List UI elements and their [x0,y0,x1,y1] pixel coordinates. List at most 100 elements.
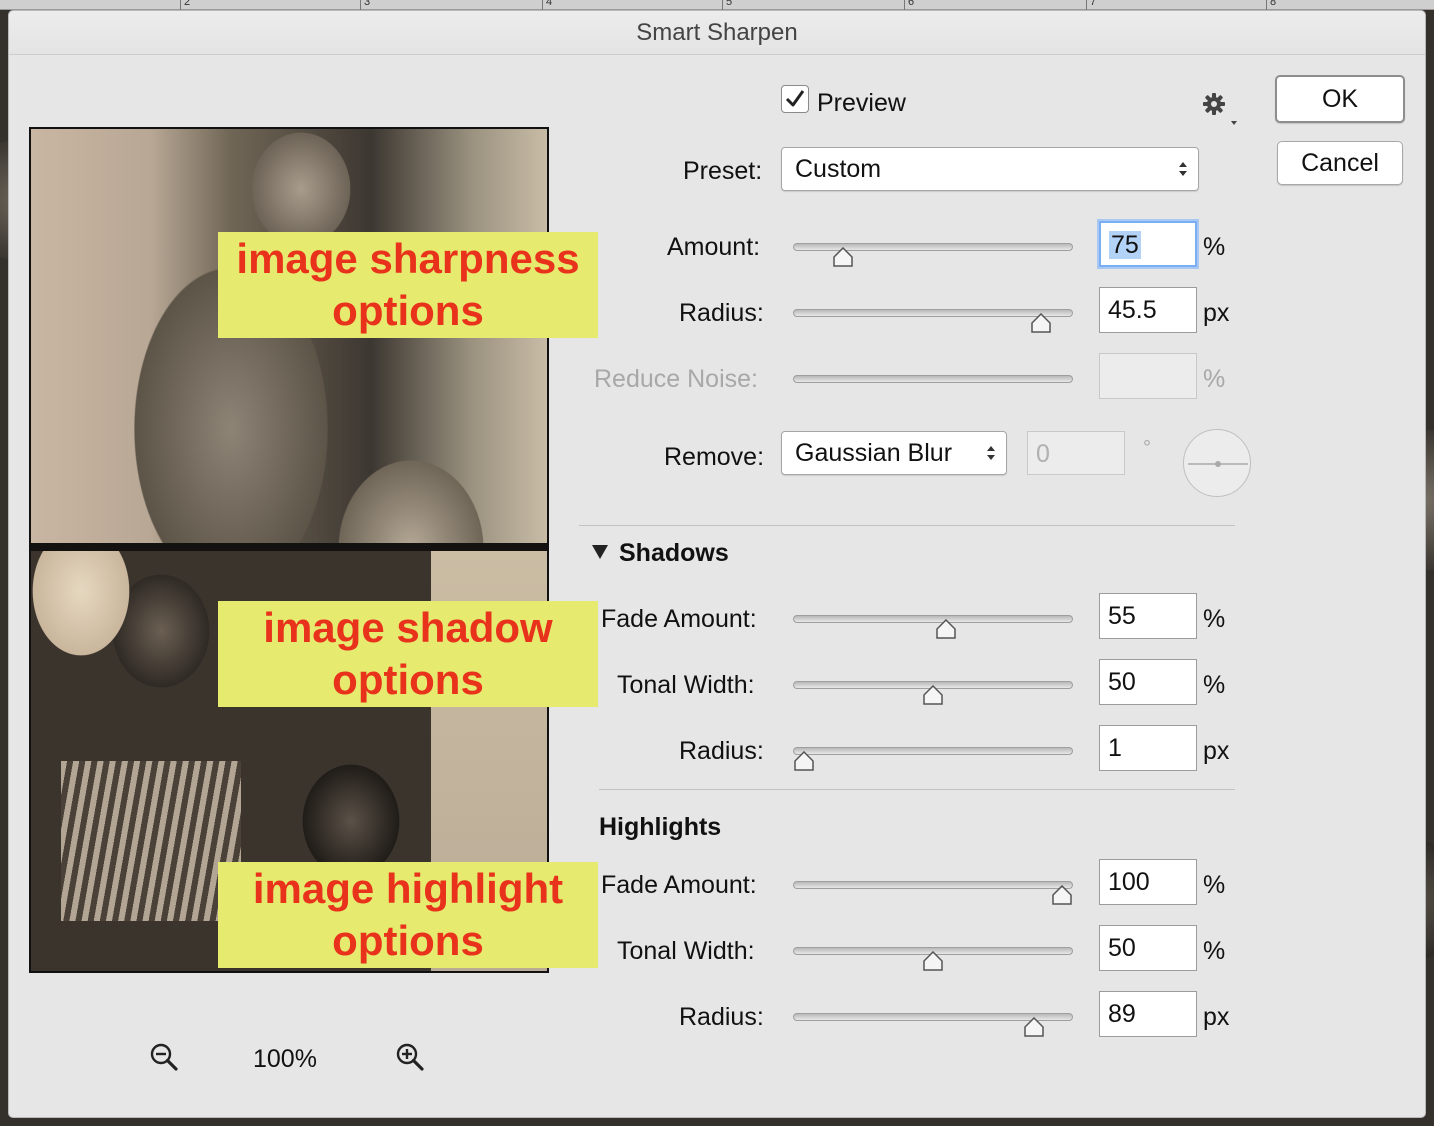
highlights-tonal-width-field[interactable]: 50 [1099,925,1197,971]
ruler-tick [542,0,543,10]
shadow-annotation: image shadow options [218,601,598,707]
ruler-tick [1266,0,1267,10]
ruler-number: 8 [1270,0,1277,8]
highlights-radius-field[interactable]: 89 [1099,991,1197,1037]
checkmark-icon [785,90,805,107]
highlights-header: Highlights [599,813,722,841]
ruler-number: 4 [546,0,553,8]
annotation-line: image sharpness [236,235,580,282]
slider-thumb[interactable] [922,951,944,971]
ruler-tick [180,0,181,10]
slider-thumb[interactable] [793,751,815,771]
annotation-line: image highlight [252,865,564,912]
highlights-tonal-width-unit: % [1203,937,1226,965]
angle-unit: ° [1143,437,1151,459]
highlights-fade-amount-label: Fade Amount: [601,871,757,899]
preview-label[interactable]: Preview [817,89,906,118]
radius-field[interactable]: 45.5 [1099,287,1197,333]
slider-track [793,375,1073,383]
annotation-line: image shadow [263,604,553,651]
preset-value: Custom [795,155,882,183]
annotation-line: options [332,917,484,964]
slider-thumb[interactable] [922,685,944,705]
preview-divider [31,543,547,551]
ruler-number: 2 [184,0,191,8]
preset-select[interactable]: Custom [781,147,1199,191]
ruler-tick [360,0,361,10]
ruler-tick [1086,0,1087,10]
slider-thumb[interactable] [1051,885,1073,905]
shadows-radius-slider[interactable] [793,741,1073,771]
amount-unit: % [1203,233,1226,261]
radius-slider[interactable] [793,303,1073,333]
zoom-level: 100% [253,1045,317,1073]
highlights-tonal-width-slider[interactable] [793,941,1073,971]
slider-thumb[interactable] [935,619,957,639]
highlights-fade-amount-unit: % [1203,871,1226,899]
highlights-fade-amount-slider[interactable] [793,875,1073,905]
reduce-noise-slider [793,369,1073,399]
ruler-number: 7 [1090,0,1097,8]
ruler-tick [722,0,723,10]
reduce-noise-field [1099,353,1197,399]
shadows-tonal-width-field[interactable]: 50 [1099,659,1197,705]
amount-slider[interactable] [793,237,1073,267]
highlights-fade-amount-field[interactable]: 100 [1099,859,1197,905]
title-bar[interactable]: Smart Sharpen [9,11,1425,55]
sharpness-annotation: image sharpness options [218,232,598,338]
reduce-noise-unit: % [1203,365,1226,393]
highlights-radius-unit: px [1203,1003,1230,1031]
amount-label: Amount: [667,233,761,261]
shadows-tonal-width-unit: % [1203,671,1226,699]
slider-track [793,881,1073,889]
shadows-tonal-width-label: Tonal Width: [617,671,755,699]
slider-thumb[interactable] [1023,1017,1045,1037]
gear-icon[interactable] [1201,91,1237,127]
ruler: 2 3 4 5 6 7 8 [0,0,1434,10]
cancel-button[interactable]: Cancel [1277,141,1403,185]
shadows-radius-field[interactable]: 1 [1099,725,1197,771]
dialog-title: Smart Sharpen [636,19,798,46]
radius-label: Radius: [679,299,764,327]
updown-arrows-icon [987,446,995,460]
remove-value: Gaussian Blur [795,439,953,467]
zoom-in-icon[interactable] [395,1042,425,1072]
preview-checkbox[interactable] [781,85,809,113]
slider-track [793,747,1073,755]
highlights-radius-slider[interactable] [793,1007,1073,1037]
angle-dial [1183,429,1251,497]
separator [579,525,1235,526]
angle-dial-icon [1188,461,1248,467]
zoom-out-icon[interactable] [149,1042,179,1072]
annotation-line: options [332,656,484,703]
ruler-number: 3 [364,0,371,8]
shadows-fade-amount-field[interactable]: 55 [1099,593,1197,639]
remove-label: Remove: [664,443,765,471]
highlights-radius-label: Radius: [679,1003,764,1031]
shadows-fade-amount-slider[interactable] [793,609,1073,639]
shadows-header[interactable]: Shadows [619,539,729,568]
shadows-tonal-width-slider[interactable] [793,675,1073,705]
remove-select[interactable]: Gaussian Blur [781,431,1007,475]
preset-label: Preset: [683,157,763,185]
amount-value: 75 [1109,231,1141,259]
shadows-radius-label: Radius: [679,737,764,765]
angle-field: 0 [1027,431,1125,475]
shadows-fade-amount-unit: % [1203,605,1226,633]
disclosure-triangle-icon[interactable] [591,543,609,561]
ok-button[interactable]: OK [1275,75,1405,123]
separator [599,789,1235,790]
amount-field[interactable]: 75 [1099,221,1197,267]
shadows-radius-unit: px [1203,737,1230,765]
ruler-tick [904,0,905,10]
updown-arrows-icon [1179,162,1187,176]
ruler-number: 6 [908,0,915,8]
shadows-fade-amount-label: Fade Amount: [601,605,757,633]
slider-thumb[interactable] [832,247,854,267]
ruler-number: 5 [726,0,733,8]
slider-track [793,615,1073,623]
reduce-noise-label: Reduce Noise: [594,365,758,393]
radius-unit: px [1203,299,1230,327]
annotation-line: options [332,287,484,334]
slider-thumb[interactable] [1030,313,1052,333]
